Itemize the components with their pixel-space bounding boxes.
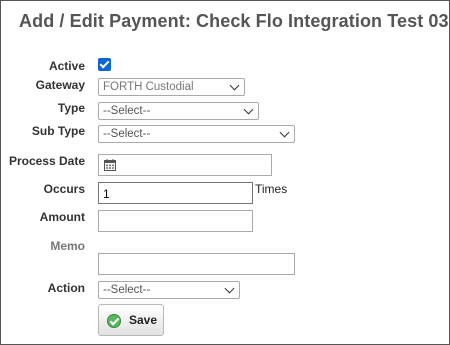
memo-label: Memo — [50, 239, 85, 253]
type-select-value: --Select-- — [103, 105, 151, 117]
action-label: Action — [47, 281, 85, 295]
chevron-down-icon — [224, 283, 235, 294]
chevron-down-icon — [279, 127, 290, 138]
gateway-select[interactable]: FORTH Custodial — [98, 78, 245, 96]
memo-input[interactable] — [98, 253, 295, 275]
occurs-suffix: Times — [255, 182, 288, 196]
page-title: Add / Edit Payment: Check Flo Integratio… — [19, 11, 449, 31]
process-date-input[interactable] — [98, 154, 272, 176]
action-select[interactable]: --Select-- — [98, 281, 240, 299]
check-circle-icon — [107, 314, 121, 328]
chevron-down-icon — [229, 80, 240, 91]
action-select-value: --Select-- — [103, 284, 151, 296]
subtype-label: Sub Type — [31, 124, 85, 138]
occurs-label: Occurs — [43, 182, 85, 196]
type-select[interactable]: --Select-- — [98, 102, 259, 120]
subtype-select[interactable]: --Select-- — [98, 125, 295, 143]
occurs-input[interactable]: 1 — [98, 182, 253, 204]
amount-label: Amount — [39, 210, 85, 224]
save-button-label: Save — [129, 313, 158, 327]
active-checkbox[interactable] — [98, 58, 111, 71]
subtype-select-value: --Select-- — [103, 128, 151, 140]
calendar-icon[interactable] — [104, 159, 116, 171]
amount-input[interactable] — [98, 210, 253, 232]
gateway-label: Gateway — [35, 78, 85, 92]
type-label: Type — [57, 101, 85, 115]
process-date-label: Process Date — [8, 154, 85, 168]
save-button[interactable]: Save — [98, 304, 164, 336]
payment-dialog: Add / Edit Payment: Check Flo Integratio… — [0, 0, 450, 345]
active-label: Active — [48, 59, 85, 73]
occurs-value: 1 — [103, 187, 110, 201]
chevron-down-icon — [243, 104, 254, 115]
gateway-select-value: FORTH Custodial — [103, 81, 194, 93]
